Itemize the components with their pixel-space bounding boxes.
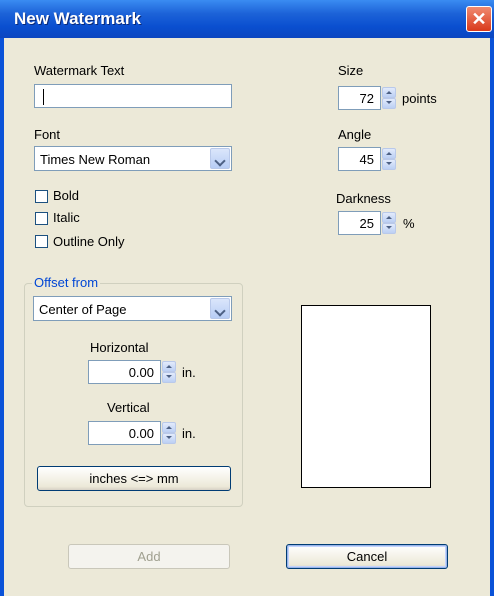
horizontal-stepper[interactable]: 0.00 bbox=[88, 360, 178, 384]
font-select[interactable]: Times New Roman bbox=[34, 146, 232, 171]
bold-checkbox[interactable] bbox=[35, 190, 48, 203]
spin-up-icon[interactable] bbox=[162, 422, 176, 433]
bold-label: Bold bbox=[53, 188, 80, 203]
angle-stepper[interactable]: 45 bbox=[338, 147, 398, 171]
italic-checkbox[interactable] bbox=[35, 212, 48, 225]
italic-label: Italic bbox=[53, 210, 80, 225]
text-caret bbox=[43, 89, 44, 105]
cancel-button[interactable]: Cancel bbox=[286, 544, 448, 569]
darkness-stepper[interactable]: 25 bbox=[338, 211, 398, 235]
darkness-input[interactable]: 25 bbox=[338, 211, 381, 235]
spin-up-icon[interactable] bbox=[382, 87, 396, 98]
vertical-input[interactable]: 0.00 bbox=[88, 421, 161, 445]
vertical-unit: in. bbox=[182, 426, 196, 441]
dialog-title: New Watermark bbox=[14, 9, 141, 28]
darkness-label: Darkness bbox=[336, 191, 391, 206]
outline-only-checkbox[interactable] bbox=[35, 235, 48, 248]
font-select-value: Times New Roman bbox=[40, 152, 151, 167]
spin-up-icon[interactable] bbox=[162, 361, 176, 372]
horizontal-unit: in. bbox=[182, 365, 196, 380]
watermark-text-input[interactable] bbox=[34, 84, 232, 108]
vertical-label: Vertical bbox=[107, 400, 150, 415]
window-frame-right bbox=[490, 38, 494, 596]
size-input[interactable]: 72 bbox=[338, 86, 381, 110]
close-icon[interactable]: ✕ bbox=[466, 6, 492, 32]
offset-group-label: Offset from bbox=[32, 275, 101, 290]
spin-down-icon[interactable] bbox=[162, 372, 176, 383]
spin-down-icon[interactable] bbox=[162, 433, 176, 444]
spin-down-icon[interactable] bbox=[382, 159, 396, 170]
offset-select-value: Center of Page bbox=[39, 302, 127, 317]
size-unit: points bbox=[402, 91, 437, 106]
offset-select[interactable]: Center of Page bbox=[33, 296, 232, 321]
spin-down-icon[interactable] bbox=[382, 98, 396, 109]
window-frame-left bbox=[0, 38, 4, 596]
angle-input[interactable]: 45 bbox=[338, 147, 381, 171]
horizontal-label: Horizontal bbox=[90, 340, 149, 355]
add-button[interactable]: Add bbox=[68, 544, 230, 569]
title-bar[interactable]: New Watermark ✕ bbox=[0, 0, 494, 38]
horizontal-input[interactable]: 0.00 bbox=[88, 360, 161, 384]
font-label: Font bbox=[34, 127, 61, 142]
chevron-down-icon[interactable] bbox=[210, 148, 230, 169]
outline-only-label: Outline Only bbox=[53, 234, 125, 249]
size-stepper[interactable]: 72 bbox=[338, 86, 398, 110]
spin-up-icon[interactable] bbox=[382, 212, 396, 223]
darkness-unit: % bbox=[403, 216, 415, 231]
spin-up-icon[interactable] bbox=[382, 148, 396, 159]
angle-label: Angle bbox=[338, 127, 372, 142]
watermark-text-label: Watermark Text bbox=[34, 63, 125, 78]
vertical-stepper[interactable]: 0.00 bbox=[88, 421, 178, 445]
watermark-preview bbox=[301, 305, 431, 488]
spin-down-icon[interactable] bbox=[382, 223, 396, 234]
size-label: Size bbox=[338, 63, 364, 78]
chevron-down-icon[interactable] bbox=[210, 298, 230, 319]
inches-mm-toggle-button[interactable]: inches <=> mm bbox=[37, 466, 231, 491]
